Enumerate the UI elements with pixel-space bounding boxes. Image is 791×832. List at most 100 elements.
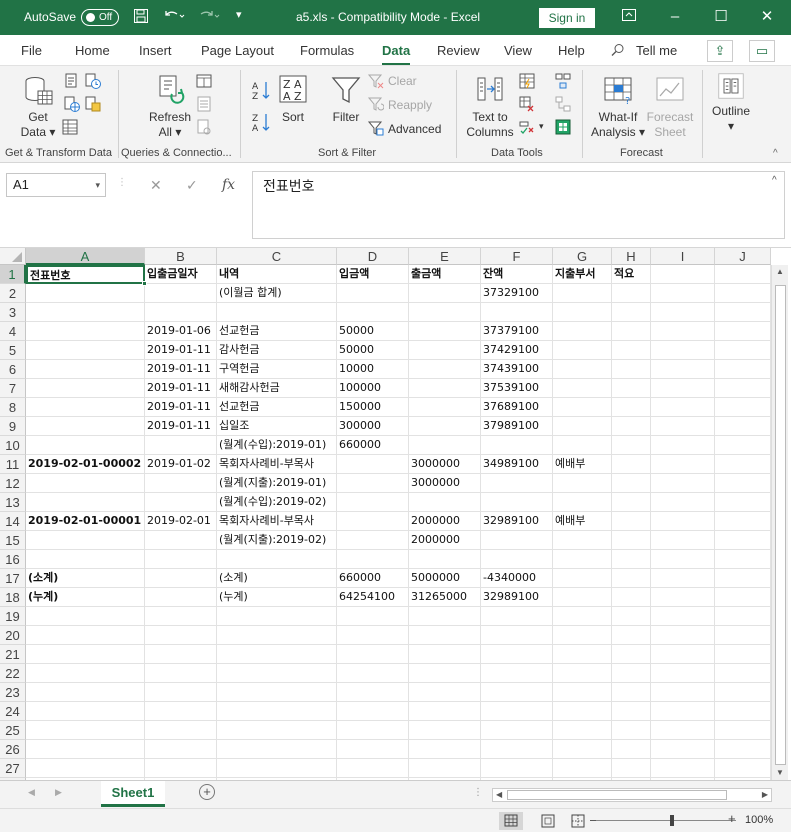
cell-b19[interactable] bbox=[145, 607, 217, 626]
cell-h21[interactable] bbox=[612, 645, 651, 664]
cell-b24[interactable] bbox=[145, 702, 217, 721]
undo-icon[interactable] bbox=[163, 8, 185, 28]
cell-g23[interactable] bbox=[553, 683, 612, 702]
cell-b21[interactable] bbox=[145, 645, 217, 664]
cell-g26[interactable] bbox=[553, 740, 612, 759]
cell-i6[interactable] bbox=[651, 360, 715, 379]
cell-d18[interactable]: 64254100 bbox=[337, 588, 409, 607]
cell-c4[interactable]: 선교헌금 bbox=[217, 322, 337, 341]
cell-j16[interactable] bbox=[715, 550, 771, 569]
cell-e7[interactable] bbox=[409, 379, 481, 398]
column-header-g[interactable]: G bbox=[553, 248, 612, 265]
cell-a14[interactable]: 2019-02-01-00001 bbox=[26, 512, 145, 531]
cell-b22[interactable] bbox=[145, 664, 217, 683]
cell-i12[interactable] bbox=[651, 474, 715, 493]
cell-b26[interactable] bbox=[145, 740, 217, 759]
cell-h8[interactable] bbox=[612, 398, 651, 417]
cell-f9[interactable]: 37989100 bbox=[481, 417, 553, 436]
get-data-button[interactable]: Get Data ▾ bbox=[18, 74, 58, 140]
sort-za-icon[interactable]: ZA bbox=[251, 112, 273, 134]
cell-e9[interactable] bbox=[409, 417, 481, 436]
ribbon-display-options-icon[interactable] bbox=[614, 5, 644, 29]
cell-f22[interactable] bbox=[481, 664, 553, 683]
cell-h3[interactable] bbox=[612, 303, 651, 322]
cell-g4[interactable] bbox=[553, 322, 612, 341]
cell-c9[interactable]: 십일조 bbox=[217, 417, 337, 436]
cell-f7[interactable]: 37539100 bbox=[481, 379, 553, 398]
cell-j14[interactable] bbox=[715, 512, 771, 531]
row-header-26[interactable]: 26 bbox=[0, 740, 26, 759]
customize-qat-icon[interactable]: ▾ bbox=[236, 8, 242, 21]
cell-c5[interactable]: 감사헌금 bbox=[217, 341, 337, 360]
cell-b10[interactable] bbox=[145, 436, 217, 455]
cell-f12[interactable] bbox=[481, 474, 553, 493]
share-icon[interactable]: ⇪ bbox=[707, 40, 733, 62]
cell-h9[interactable] bbox=[612, 417, 651, 436]
normal-view-icon[interactable] bbox=[499, 812, 523, 830]
tab-page-layout[interactable]: Page Layout bbox=[201, 43, 274, 58]
existing-connections-icon[interactable] bbox=[85, 96, 101, 112]
column-header-e[interactable]: E bbox=[409, 248, 481, 265]
cell-f6[interactable]: 37439100 bbox=[481, 360, 553, 379]
comments-icon[interactable]: ▭ bbox=[749, 40, 775, 62]
data-validation-icon[interactable] bbox=[519, 119, 535, 135]
cell-j6[interactable] bbox=[715, 360, 771, 379]
forecast-sheet-button[interactable]: Forecast Sheet bbox=[646, 74, 694, 140]
sort-button[interactable]: ZAAZ Sort bbox=[276, 74, 310, 125]
cell-j23[interactable] bbox=[715, 683, 771, 702]
cell-h4[interactable] bbox=[612, 322, 651, 341]
name-box[interactable]: A1 ▾ bbox=[6, 173, 106, 197]
cell-j26[interactable] bbox=[715, 740, 771, 759]
cell-f4[interactable]: 37379100 bbox=[481, 322, 553, 341]
row-header-27[interactable]: 27 bbox=[0, 759, 26, 778]
cell-b25[interactable] bbox=[145, 721, 217, 740]
cell-d4[interactable]: 50000 bbox=[337, 322, 409, 341]
cell-e20[interactable] bbox=[409, 626, 481, 645]
cell-i8[interactable] bbox=[651, 398, 715, 417]
cell-d6[interactable]: 10000 bbox=[337, 360, 409, 379]
cell-a9[interactable] bbox=[26, 417, 145, 436]
properties-icon[interactable] bbox=[196, 96, 212, 112]
row-header-6[interactable]: 6 bbox=[0, 360, 26, 379]
cell-i2[interactable] bbox=[651, 284, 715, 303]
cell-c17[interactable]: (소계) bbox=[217, 569, 337, 588]
cell-a11[interactable]: 2019-02-01-00002 bbox=[26, 455, 145, 474]
outline-button[interactable]: Outline ▾ bbox=[709, 72, 753, 134]
cell-g2[interactable] bbox=[553, 284, 612, 303]
cell-d26[interactable] bbox=[337, 740, 409, 759]
row-header-23[interactable]: 23 bbox=[0, 683, 26, 702]
cell-i16[interactable] bbox=[651, 550, 715, 569]
cell-b11[interactable]: 2019-01-02 bbox=[145, 455, 217, 474]
cell-b3[interactable] bbox=[145, 303, 217, 322]
cell-f1[interactable]: 잔액 bbox=[481, 265, 553, 284]
cell-f24[interactable] bbox=[481, 702, 553, 721]
cell-b12[interactable] bbox=[145, 474, 217, 493]
cell-g15[interactable] bbox=[553, 531, 612, 550]
cell-d8[interactable]: 150000 bbox=[337, 398, 409, 417]
cell-d22[interactable] bbox=[337, 664, 409, 683]
tab-file[interactable]: File bbox=[21, 43, 42, 58]
row-header-18[interactable]: 18 bbox=[0, 588, 26, 607]
cell-g12[interactable] bbox=[553, 474, 612, 493]
cell-i15[interactable] bbox=[651, 531, 715, 550]
cell-e8[interactable] bbox=[409, 398, 481, 417]
tab-insert[interactable]: Insert bbox=[139, 43, 172, 58]
row-header-4[interactable]: 4 bbox=[0, 322, 26, 341]
cell-e5[interactable] bbox=[409, 341, 481, 360]
cell-a5[interactable] bbox=[26, 341, 145, 360]
cell-d16[interactable] bbox=[337, 550, 409, 569]
cell-c20[interactable] bbox=[217, 626, 337, 645]
cell-a27[interactable] bbox=[26, 759, 145, 778]
row-header-7[interactable]: 7 bbox=[0, 379, 26, 398]
row-header-19[interactable]: 19 bbox=[0, 607, 26, 626]
cell-a4[interactable] bbox=[26, 322, 145, 341]
cell-f20[interactable] bbox=[481, 626, 553, 645]
cell-a24[interactable] bbox=[26, 702, 145, 721]
cell-i5[interactable] bbox=[651, 341, 715, 360]
cell-d27[interactable] bbox=[337, 759, 409, 778]
cell-c25[interactable] bbox=[217, 721, 337, 740]
cell-j17[interactable] bbox=[715, 569, 771, 588]
cell-h27[interactable] bbox=[612, 759, 651, 778]
cell-d15[interactable] bbox=[337, 531, 409, 550]
tab-help[interactable]: Help bbox=[558, 43, 585, 58]
